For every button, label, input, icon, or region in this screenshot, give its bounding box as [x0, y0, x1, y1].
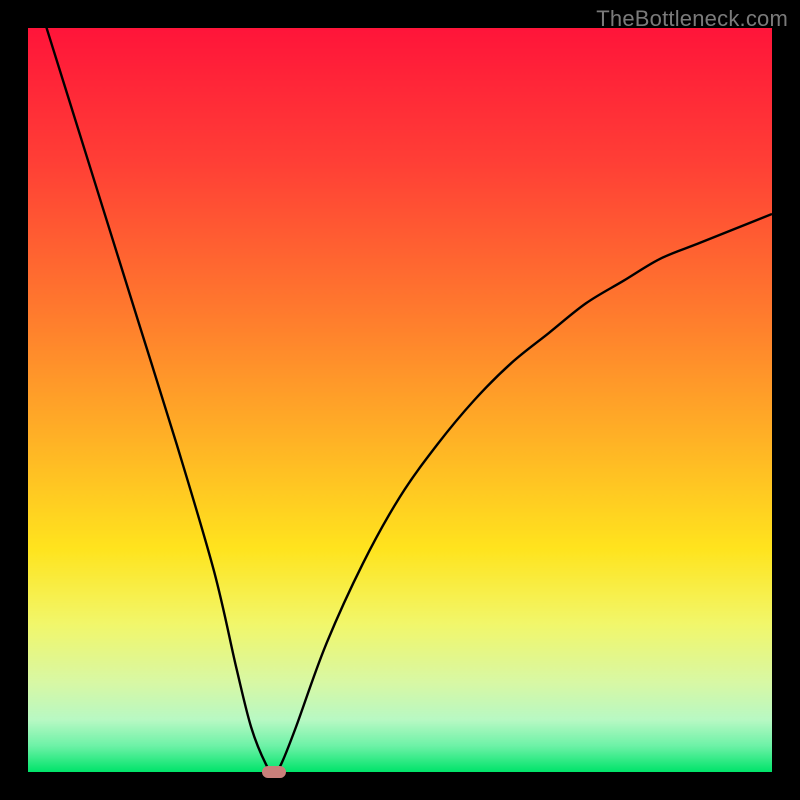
- optimal-marker: [262, 766, 286, 778]
- chart-frame: [28, 28, 772, 772]
- curve-path: [28, 28, 772, 772]
- watermark-label: TheBottleneck.com: [596, 6, 788, 32]
- bottleneck-curve: [28, 28, 772, 772]
